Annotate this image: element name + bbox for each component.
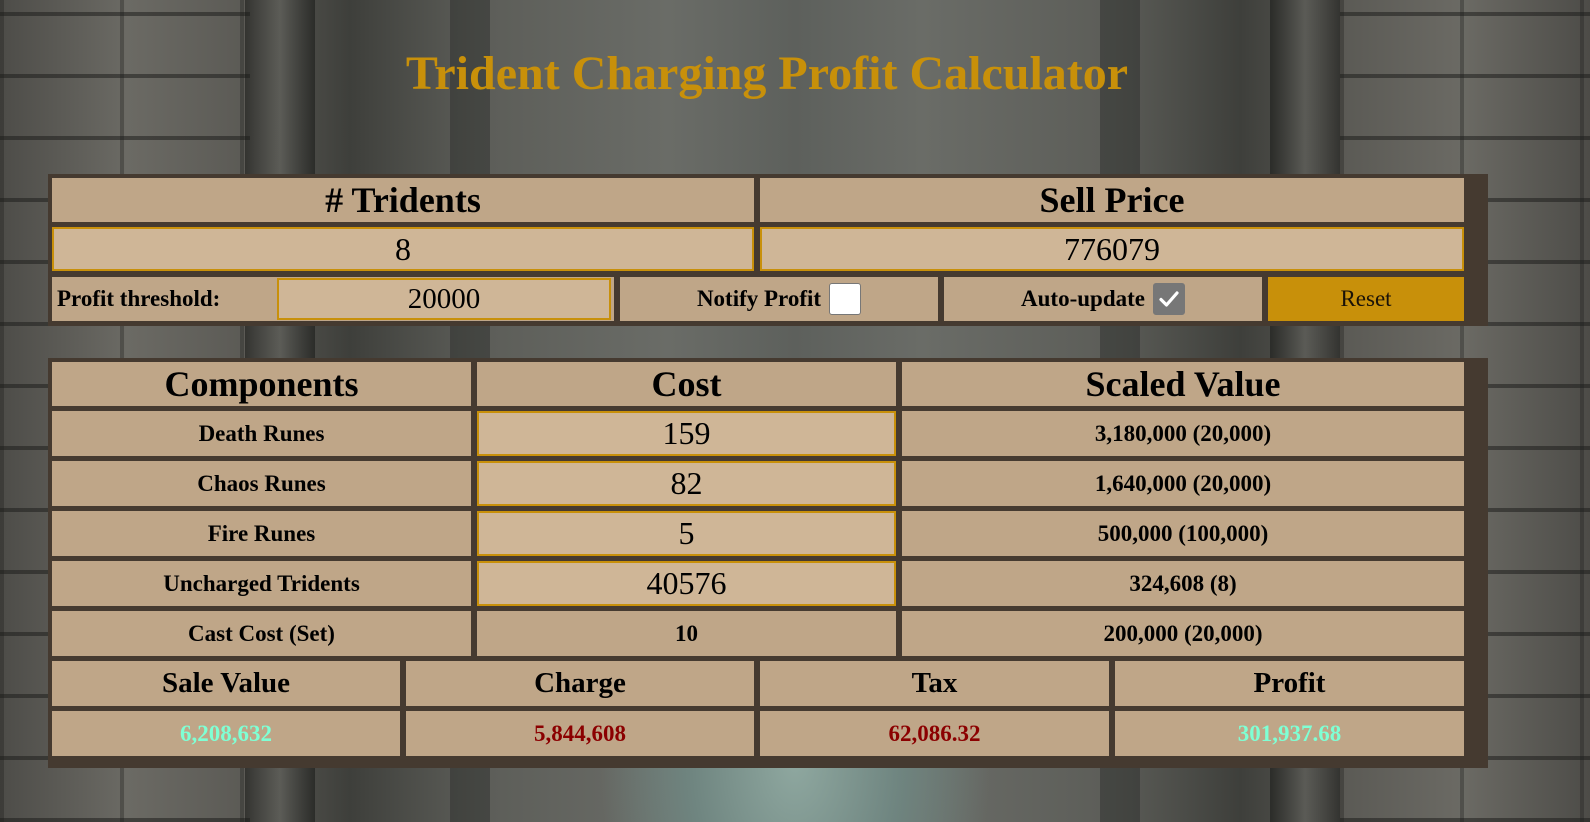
settings-panel: # Tridents Sell Price 8 776079 Profit th… bbox=[48, 174, 1488, 326]
notify-profit-label: Notify Profit bbox=[696, 286, 822, 311]
auto-update-checkbox[interactable] bbox=[1152, 283, 1185, 315]
profit-header: Profit bbox=[1115, 661, 1464, 706]
sale-value-header: Sale Value bbox=[52, 661, 400, 706]
sell-price-header: Sell Price bbox=[760, 178, 1464, 222]
tridents-header: # Tridents bbox=[52, 178, 754, 222]
auto-update-label: Auto-update bbox=[1021, 286, 1145, 311]
reset-button[interactable]: Reset bbox=[1268, 277, 1464, 321]
component-name: Death Runes bbox=[52, 411, 471, 456]
tridents-input[interactable]: 8 bbox=[52, 227, 754, 271]
notify-profit-checkbox[interactable] bbox=[829, 283, 862, 315]
sale-value: 6,208,632 bbox=[52, 711, 400, 756]
component-name: Uncharged Tridents bbox=[52, 561, 471, 606]
profit-threshold-input[interactable]: 20000 bbox=[277, 278, 611, 320]
component-name: Cast Cost (Set) bbox=[52, 611, 471, 656]
checkmark-icon bbox=[1159, 291, 1179, 307]
chaos-runes-cost-input[interactable]: 82 bbox=[477, 461, 896, 506]
scaled-value: 500,000 (100,000) bbox=[902, 511, 1464, 556]
notify-profit-cell: Notify Profit bbox=[620, 277, 938, 321]
charge-value: 5,844,608 bbox=[406, 711, 754, 756]
page-title: Trident Charging Profit Calculator bbox=[405, 47, 1129, 100]
scaled-value: 200,000 (20,000) bbox=[902, 611, 1464, 656]
tax-header: Tax bbox=[760, 661, 1109, 706]
scaled-value: 3,180,000 (20,000) bbox=[902, 411, 1464, 456]
scaled-value-header: Scaled Value bbox=[902, 362, 1464, 406]
cast-cost-value: 10 bbox=[477, 611, 896, 656]
charge-header: Charge bbox=[406, 661, 754, 706]
scaled-value: 1,640,000 (20,000) bbox=[902, 461, 1464, 506]
fire-runes-cost-input[interactable]: 5 bbox=[477, 511, 896, 556]
auto-update-cell: Auto-update bbox=[944, 277, 1262, 321]
sell-price-input[interactable]: 776079 bbox=[760, 227, 1464, 271]
component-name: Fire Runes bbox=[52, 511, 471, 556]
death-runes-cost-input[interactable]: 159 bbox=[477, 411, 896, 456]
profit-value: 301,937.68 bbox=[1115, 711, 1464, 756]
components-panel: Components Cost Scaled Value Death Runes… bbox=[48, 358, 1488, 768]
components-header: Components bbox=[52, 362, 471, 406]
tax-value: 62,086.32 bbox=[760, 711, 1109, 756]
profit-threshold-label: Profit threshold: bbox=[57, 286, 221, 311]
component-name: Chaos Runes bbox=[52, 461, 471, 506]
scaled-value: 324,608 (8) bbox=[902, 561, 1464, 606]
cost-header: Cost bbox=[477, 362, 896, 406]
uncharged-tridents-cost-input[interactable]: 40576 bbox=[477, 561, 896, 606]
